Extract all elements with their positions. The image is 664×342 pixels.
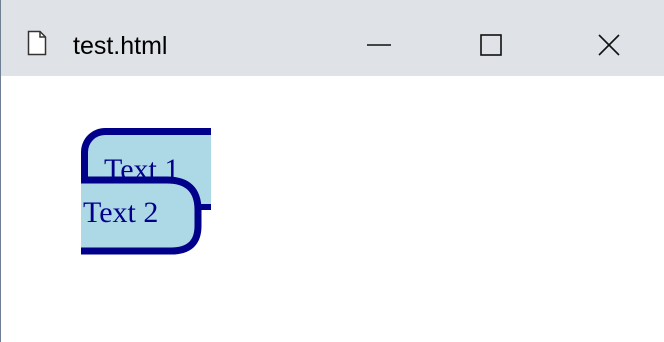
title-bar[interactable]: test.html — [1, 0, 664, 76]
maximize-button[interactable] — [461, 22, 521, 68]
minimize-icon — [367, 44, 391, 46]
page-content: Text 1 Text 2 — [1, 76, 664, 342]
close-icon — [598, 34, 620, 56]
text-box-2-label: Text 2 — [83, 196, 159, 229]
close-button[interactable] — [579, 22, 639, 68]
text-box-2: Text 2 — [83, 196, 158, 230]
browser-window: test.html Text 1 Text 2 — [0, 0, 664, 342]
window-title: test.html — [73, 32, 168, 60]
maximize-icon — [480, 34, 502, 56]
minimize-button[interactable] — [349, 22, 409, 68]
document-icon — [27, 30, 47, 56]
